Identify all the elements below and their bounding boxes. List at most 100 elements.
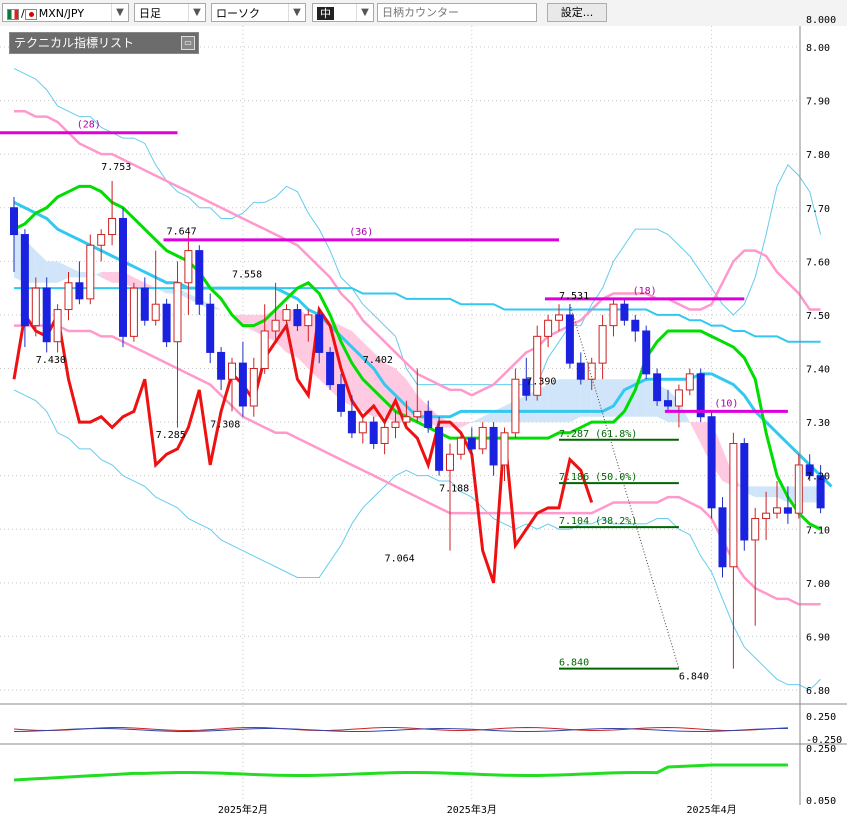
price-annotation: 7.188: [439, 484, 469, 495]
candle-body: [20, 234, 29, 327]
y-tick-label: 8.00: [806, 43, 830, 54]
y-tick-label: 6.90: [806, 632, 830, 643]
y-tick-label: 7.60: [806, 257, 830, 268]
price-annotation: 7.402: [363, 355, 393, 366]
price-annotation: 7.531: [559, 291, 589, 302]
candle-body: [783, 507, 792, 514]
candle-body: [674, 389, 683, 407]
candle-body: [642, 330, 651, 375]
y-tick-label: 7.80: [806, 150, 830, 161]
candle-body: [184, 250, 193, 284]
candle-body: [304, 314, 313, 327]
price-annotation: 6.840: [679, 671, 709, 682]
candle-body: [500, 432, 509, 466]
candle-body: [794, 464, 803, 514]
candle-body: [347, 410, 356, 434]
y-tick-label: 6.80: [806, 686, 830, 697]
price-chart[interactable]: (28) (36) (18) (10) 7.287 (61.8%) 7.186 (50.0…: [0, 0, 847, 819]
candle-body: [108, 217, 117, 236]
candle-body: [391, 421, 400, 428]
candle-body: [467, 437, 476, 450]
period-high-label: (10): [714, 398, 738, 409]
candle-body: [228, 362, 236, 380]
candle-body: [271, 319, 280, 332]
candle-body: [195, 250, 204, 305]
y-tick-label: 7.00: [806, 579, 830, 590]
candle-body: [446, 453, 454, 471]
candle-body: [260, 330, 269, 370]
candle-body: [729, 443, 738, 568]
candle-body: [511, 378, 520, 434]
cloud-segment: [755, 486, 767, 498]
candle-body: [631, 319, 640, 332]
fibonacci-label: 7.104 (38.2%): [559, 516, 637, 527]
candle-body: [337, 384, 345, 412]
candle-body: [315, 314, 324, 353]
candle-body: [664, 400, 672, 407]
period-high-label: (18): [633, 286, 657, 297]
candle-body: [380, 426, 389, 445]
candle-body: [249, 368, 258, 407]
candle-body: [555, 314, 563, 321]
candle-body: [598, 325, 607, 364]
candle-body: [609, 303, 618, 327]
price-annotation: 7.308: [210, 419, 240, 430]
candle-body: [162, 303, 171, 343]
y-tick-label: 7.30: [806, 418, 830, 429]
price-annotation: 7.285: [156, 430, 186, 441]
candle-body: [358, 421, 367, 434]
candle-body: [478, 426, 487, 450]
candle-body: [119, 217, 127, 337]
candle-body: [740, 443, 749, 541]
candle-body: [544, 319, 553, 337]
candle-body: [773, 507, 781, 514]
candle-body: [140, 287, 149, 321]
candle-body: [238, 362, 247, 407]
minimize-icon[interactable]: ▭: [181, 36, 195, 50]
y-tick-label: 7.10: [806, 525, 830, 536]
candle-body: [173, 282, 182, 343]
price-annotation: 7.430: [36, 355, 66, 366]
candle-body: [489, 426, 498, 466]
candle-body: [762, 512, 771, 520]
y-tick-label: 7.70: [806, 204, 830, 215]
candle-body: [293, 309, 302, 327]
y-tick-label: 7.20: [806, 472, 830, 483]
y-tick-label: 7.50: [806, 311, 830, 322]
candle-body: [620, 303, 629, 321]
candle-body: [707, 416, 716, 509]
candle-body: [206, 303, 215, 353]
period-high-label: (36): [349, 227, 373, 238]
period-high-label: (28): [77, 120, 101, 131]
x-tick-label: 2025年3月: [447, 803, 497, 816]
fibonacci-label: 7.287 (61.8%): [559, 429, 637, 440]
price-annotation: 7.647: [167, 227, 197, 238]
x-tick-label: 2025年2月: [218, 803, 268, 816]
price-annotation: 7.064: [385, 553, 415, 564]
candle-body: [326, 351, 335, 386]
cloud-segment: [559, 379, 570, 423]
cloud-segment: [766, 486, 777, 498]
sub-tick-label: 0.250: [806, 744, 836, 755]
price-annotation: 7.390: [526, 377, 556, 388]
candle-body: [435, 426, 444, 471]
sub-tick-label: 0.250: [806, 712, 836, 723]
fibonacci-label: 7.186 (50.0%): [559, 472, 637, 483]
indicator-list-panel[interactable]: テクニカル指標リスト ▭: [9, 32, 199, 54]
y-tick-label-partial: 8.000: [806, 15, 836, 26]
price-annotation: 7.558: [232, 269, 262, 280]
candle-body: [685, 373, 694, 391]
candle-body: [576, 362, 585, 380]
candle-body: [424, 410, 433, 428]
candle-body: [151, 303, 160, 321]
candle-body: [97, 234, 106, 246]
candle-body: [369, 421, 378, 445]
sub-tick-label: 0.050: [806, 796, 836, 807]
candle-body: [53, 309, 62, 343]
y-tick-label: 7.40: [806, 365, 830, 376]
candle-body: [402, 416, 411, 423]
candle-body: [217, 351, 226, 380]
candle-body: [282, 309, 291, 321]
candle-body: [64, 282, 73, 311]
candle-body: [129, 287, 138, 337]
